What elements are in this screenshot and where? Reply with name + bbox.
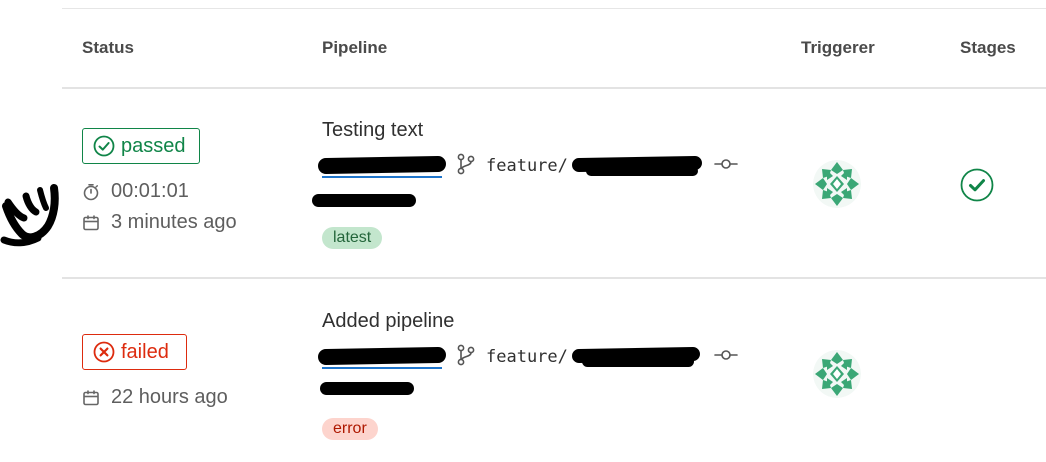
duration-text: 00:01:01 bbox=[111, 180, 189, 202]
pipeline-refs: feature/ bbox=[317, 343, 750, 371]
top-divider bbox=[62, 8, 1046, 9]
branch-link[interactable]: feature/ bbox=[486, 156, 568, 176]
pipeline-id-link[interactable] bbox=[322, 176, 442, 178]
status-badge-passed[interactable]: passed bbox=[82, 128, 200, 164]
tag-error: error bbox=[322, 418, 378, 440]
branch-icon bbox=[457, 344, 475, 366]
table-row: failed 22 hours ago Added pipeline featu… bbox=[0, 280, 1046, 462]
pipeline-id-link[interactable] bbox=[322, 367, 442, 369]
redaction-mark bbox=[320, 382, 414, 395]
redaction-mark bbox=[317, 155, 447, 175]
duration: 00:01:01 bbox=[82, 180, 189, 203]
check-circle-icon bbox=[93, 135, 115, 157]
calendar-icon bbox=[83, 214, 99, 230]
header-status: Status bbox=[82, 38, 134, 57]
header-divider bbox=[62, 87, 1046, 89]
pipeline-title[interactable]: Testing text bbox=[322, 119, 423, 142]
timer-icon bbox=[83, 183, 99, 200]
row-divider bbox=[62, 277, 1046, 279]
status-label: failed bbox=[121, 340, 169, 363]
finished-text: 3 minutes ago bbox=[111, 211, 237, 233]
header-triggerer: Triggerer bbox=[801, 38, 875, 57]
commit-icon bbox=[714, 350, 738, 360]
finished-text: 22 hours ago bbox=[111, 386, 228, 408]
header-stages: Stages bbox=[960, 38, 1016, 57]
branch-icon bbox=[457, 153, 475, 175]
redaction-mark bbox=[317, 346, 447, 366]
tag-latest: latest bbox=[322, 227, 383, 249]
redaction-mark bbox=[582, 356, 694, 367]
pipeline-title[interactable]: Added pipeline bbox=[322, 310, 454, 333]
finished-time: 22 hours ago bbox=[82, 386, 228, 409]
status-badge-failed[interactable]: failed bbox=[82, 334, 187, 370]
identicon-avatar[interactable] bbox=[813, 160, 861, 208]
pipeline-refs: feature/ bbox=[317, 152, 750, 180]
redaction-mark bbox=[312, 194, 416, 207]
table-row: passed 00:01:01 3 minutes ago Testing te… bbox=[0, 90, 1046, 278]
finished-time: 3 minutes ago bbox=[82, 211, 237, 234]
status-label: passed bbox=[121, 134, 186, 157]
calendar-icon bbox=[83, 389, 99, 405]
header-pipeline: Pipeline bbox=[322, 38, 388, 57]
stage-status-icon[interactable] bbox=[960, 168, 994, 202]
identicon-avatar[interactable] bbox=[813, 350, 861, 398]
branch-link[interactable]: feature/ bbox=[486, 347, 568, 367]
redaction-mark bbox=[586, 166, 698, 176]
x-circle-icon bbox=[93, 341, 115, 363]
commit-icon bbox=[714, 159, 738, 169]
pipelines-table: Status Pipeline Triggerer Stages passed bbox=[0, 0, 1046, 462]
